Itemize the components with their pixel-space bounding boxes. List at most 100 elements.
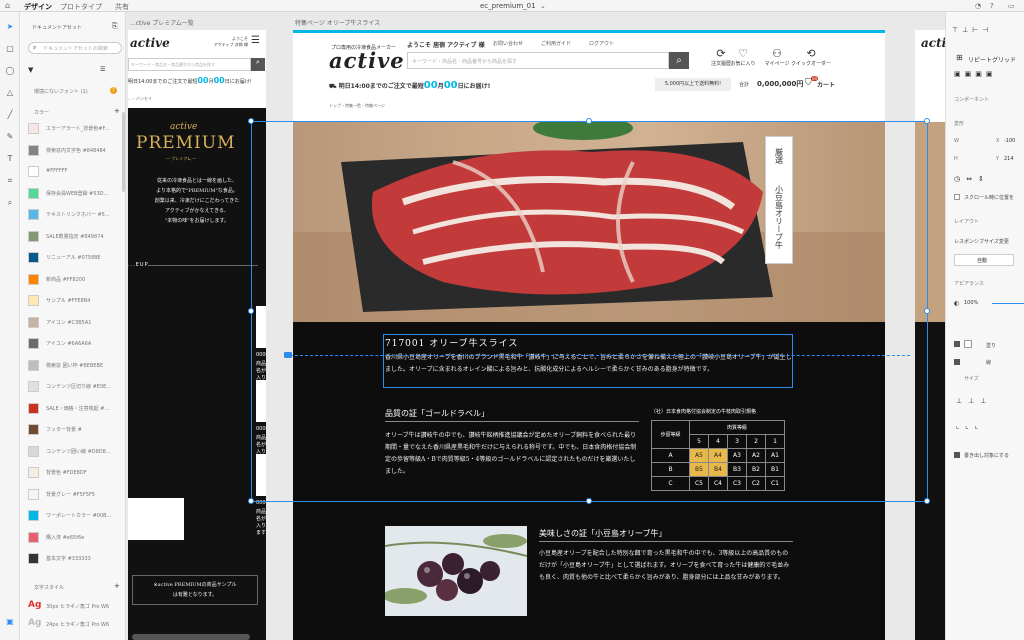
product-card-image[interactable] bbox=[256, 380, 266, 422]
color-swatch-item[interactable]: フッター背景 # bbox=[28, 423, 122, 437]
scrollbar[interactable] bbox=[122, 112, 125, 192]
color-swatch-item[interactable]: エラーアラート_背景色#F... bbox=[28, 122, 122, 136]
header-search-input[interactable]: キーワード・商品名・商品番号から商品を探す bbox=[407, 52, 669, 69]
user-icon[interactable]: ◔ bbox=[975, 2, 981, 10]
resize-handle[interactable] bbox=[248, 118, 254, 124]
color-swatch-item[interactable]: アイコン #6A6A6A bbox=[28, 337, 122, 351]
mobile-search-input[interactable]: キーワード・商品名・商品番号から商品を探す bbox=[128, 58, 251, 71]
artboard-label-list[interactable]: ...ctive プレミアム一覧 bbox=[130, 18, 194, 27]
header-link-logout[interactable]: ログアウト bbox=[589, 40, 614, 47]
artboard-label-feature[interactable]: 特集ページ オリーブ牛スライス bbox=[295, 18, 380, 27]
filter-icon[interactable]: ▼ bbox=[28, 66, 33, 74]
text-icon[interactable]: T bbox=[5, 154, 15, 164]
align-icons[interactable]: ⊤⊥⊢⊣ bbox=[952, 26, 992, 34]
color-swatch-item[interactable]: コンテンツ囲い線 #D8D8... bbox=[28, 445, 122, 459]
product-card-image[interactable] bbox=[256, 306, 266, 348]
home-icon[interactable]: ⌂ bbox=[5, 1, 10, 10]
border-checkbox[interactable] bbox=[954, 359, 960, 365]
resize-handle[interactable] bbox=[586, 498, 592, 504]
corner-icons[interactable]: ⌞⌞⌞ bbox=[956, 422, 984, 430]
header-link-guide[interactable]: ご利用ガイド bbox=[541, 40, 571, 47]
mobile-footer-button[interactable] bbox=[132, 634, 250, 640]
stroke-icons[interactable]: ⊥⊥⊥ bbox=[956, 397, 992, 405]
opacity-slider[interactable] bbox=[992, 303, 1024, 304]
resize-handle[interactable] bbox=[248, 308, 254, 314]
repeat-grid-icon[interactable]: ⊞ bbox=[956, 53, 963, 62]
color-swatch-item[interactable]: 検索窓内文字色 #848484 bbox=[28, 144, 122, 158]
color-swatch-item[interactable]: ワーポレートカラー #00B... bbox=[28, 509, 122, 523]
color-swatch-item[interactable]: リニューアル #07588E bbox=[28, 251, 122, 265]
resize-handle[interactable] bbox=[924, 498, 930, 504]
rotate-icons[interactable]: ◷⇔⇕ bbox=[954, 175, 990, 183]
cart-button[interactable]: ⛉ 00 カート bbox=[805, 76, 845, 91]
color-swatch-item[interactable]: #FFFFFF bbox=[28, 165, 122, 179]
x-value-field[interactable]: -100 bbox=[1004, 138, 1015, 144]
color-swatch-item[interactable]: SALE数量指定 #849874 bbox=[28, 230, 122, 244]
color-swatch-name: コンテンツ囲い線 #D8D8... bbox=[46, 448, 111, 455]
color-swatch-item[interactable]: コンテンツ区切り線 #E0E... bbox=[28, 380, 122, 394]
search-button[interactable]: ⌕ bbox=[669, 52, 689, 69]
plugins-icon[interactable]: ▣ bbox=[5, 617, 15, 627]
ellipse-icon[interactable]: ◯ bbox=[5, 66, 15, 76]
color-swatch-item[interactable]: アイコン #C3B5A1 bbox=[28, 316, 122, 330]
tab-prototype[interactable]: プロトタイプ bbox=[60, 2, 102, 12]
zoom-icon[interactable]: ⌕ bbox=[5, 198, 15, 208]
header-link-contact[interactable]: お問い合わせ bbox=[493, 40, 523, 47]
char-styles-header[interactable]: 文字スタイル bbox=[34, 584, 64, 591]
color-swatch-item[interactable]: 基本文字 #333333 bbox=[28, 552, 122, 566]
header-icon-button[interactable]: ⟲ クイックオーダー bbox=[791, 48, 831, 68]
line-icon[interactable]: ╱ bbox=[5, 110, 15, 120]
menu-icon[interactable]: ☰ bbox=[251, 35, 260, 46]
color-swatch-item[interactable]: テキストリンクホバー #5... bbox=[28, 208, 122, 222]
fill-checkbox[interactable] bbox=[954, 341, 960, 347]
chevron-down-icon[interactable]: ⌄ bbox=[540, 2, 546, 10]
tab-share[interactable]: 共有 bbox=[115, 2, 129, 12]
colors-header[interactable]: カラー bbox=[34, 109, 49, 116]
resize-handle[interactable] bbox=[248, 498, 254, 504]
boolean-icons[interactable]: ▣▣▣▣ bbox=[954, 70, 996, 78]
tab-design[interactable]: デザイン bbox=[24, 2, 52, 12]
color-swatch bbox=[28, 510, 39, 521]
mobile-artboard[interactable]: active ようこそ アクティブ 次郎 様 ☰ キーワード・商品名・商品番号か… bbox=[128, 30, 266, 640]
char-style-item[interactable]: Ag 30px ヒラギノ角ゴ Pro W6 bbox=[28, 600, 122, 614]
export-icon[interactable]: ⎘ bbox=[112, 22, 118, 31]
document-title[interactable]: ec_premium_01 bbox=[480, 2, 536, 10]
mobile-search-icon[interactable]: ⌕ bbox=[251, 58, 265, 71]
color-swatch-item[interactable]: 保存会員WEB登録 #53D... bbox=[28, 187, 122, 201]
color-swatch-item[interactable]: SALE・価格・注意喚起 #... bbox=[28, 402, 122, 416]
asset-search-input[interactable]: ⌕ ドキュメントアセットの検索 bbox=[28, 42, 122, 54]
export-checkbox[interactable] bbox=[954, 452, 960, 458]
text-selection-box bbox=[383, 334, 793, 388]
product-card-placeholder[interactable] bbox=[128, 498, 184, 540]
help-icon[interactable]: ? bbox=[990, 2, 994, 10]
resize-handle[interactable] bbox=[924, 118, 930, 124]
add-color-icon[interactable]: + bbox=[114, 107, 120, 115]
repeat-grid-button[interactable]: リピートグリッド bbox=[968, 55, 1016, 64]
color-swatch-item[interactable]: 背景グレー #F5F5F5 bbox=[28, 488, 122, 502]
color-swatch-item[interactable]: 検索窓 囲い枠 #BEBEBE bbox=[28, 359, 122, 373]
color-swatch-item[interactable]: 背景色 #FDE8DF bbox=[28, 466, 122, 480]
add-style-icon[interactable]: + bbox=[114, 582, 120, 590]
fix-scroll-checkbox[interactable] bbox=[954, 194, 960, 200]
site-logo[interactable]: active bbox=[329, 48, 405, 73]
char-style-item[interactable]: Ag 24px ヒラギノ角ゴ Pro W6 bbox=[28, 618, 122, 632]
fill-swatch[interactable] bbox=[964, 340, 972, 348]
opacity-value[interactable]: 100% bbox=[964, 300, 978, 306]
device-icon[interactable]: ▭ bbox=[1008, 2, 1015, 10]
missing-fonts[interactable]: 環境にないフォント (1) bbox=[34, 88, 88, 95]
color-swatch-item[interactable]: 新商品 #FF8200 bbox=[28, 273, 122, 287]
polygon-icon[interactable]: △ bbox=[5, 88, 15, 98]
resize-handle[interactable] bbox=[924, 308, 930, 314]
pen-icon[interactable]: ✎ bbox=[5, 132, 15, 142]
rectangle-icon[interactable]: ▢ bbox=[5, 44, 15, 54]
resize-handle[interactable] bbox=[586, 118, 592, 124]
select-icon[interactable]: ➤ bbox=[5, 22, 15, 32]
mobile-logo: active bbox=[921, 36, 945, 50]
y-value-field[interactable]: 214 bbox=[1004, 156, 1014, 162]
artboard-icon[interactable]: ⌗ bbox=[5, 176, 15, 186]
list-view-icon[interactable]: ☰ bbox=[100, 66, 105, 73]
color-swatch-item[interactable]: サンプル #FFE8B4 bbox=[28, 294, 122, 308]
color-swatch-item[interactable]: 購入済 #e65f6e bbox=[28, 531, 122, 545]
product-card-image[interactable] bbox=[256, 454, 266, 496]
auto-dropdown[interactable]: 自動 bbox=[954, 254, 1014, 266]
